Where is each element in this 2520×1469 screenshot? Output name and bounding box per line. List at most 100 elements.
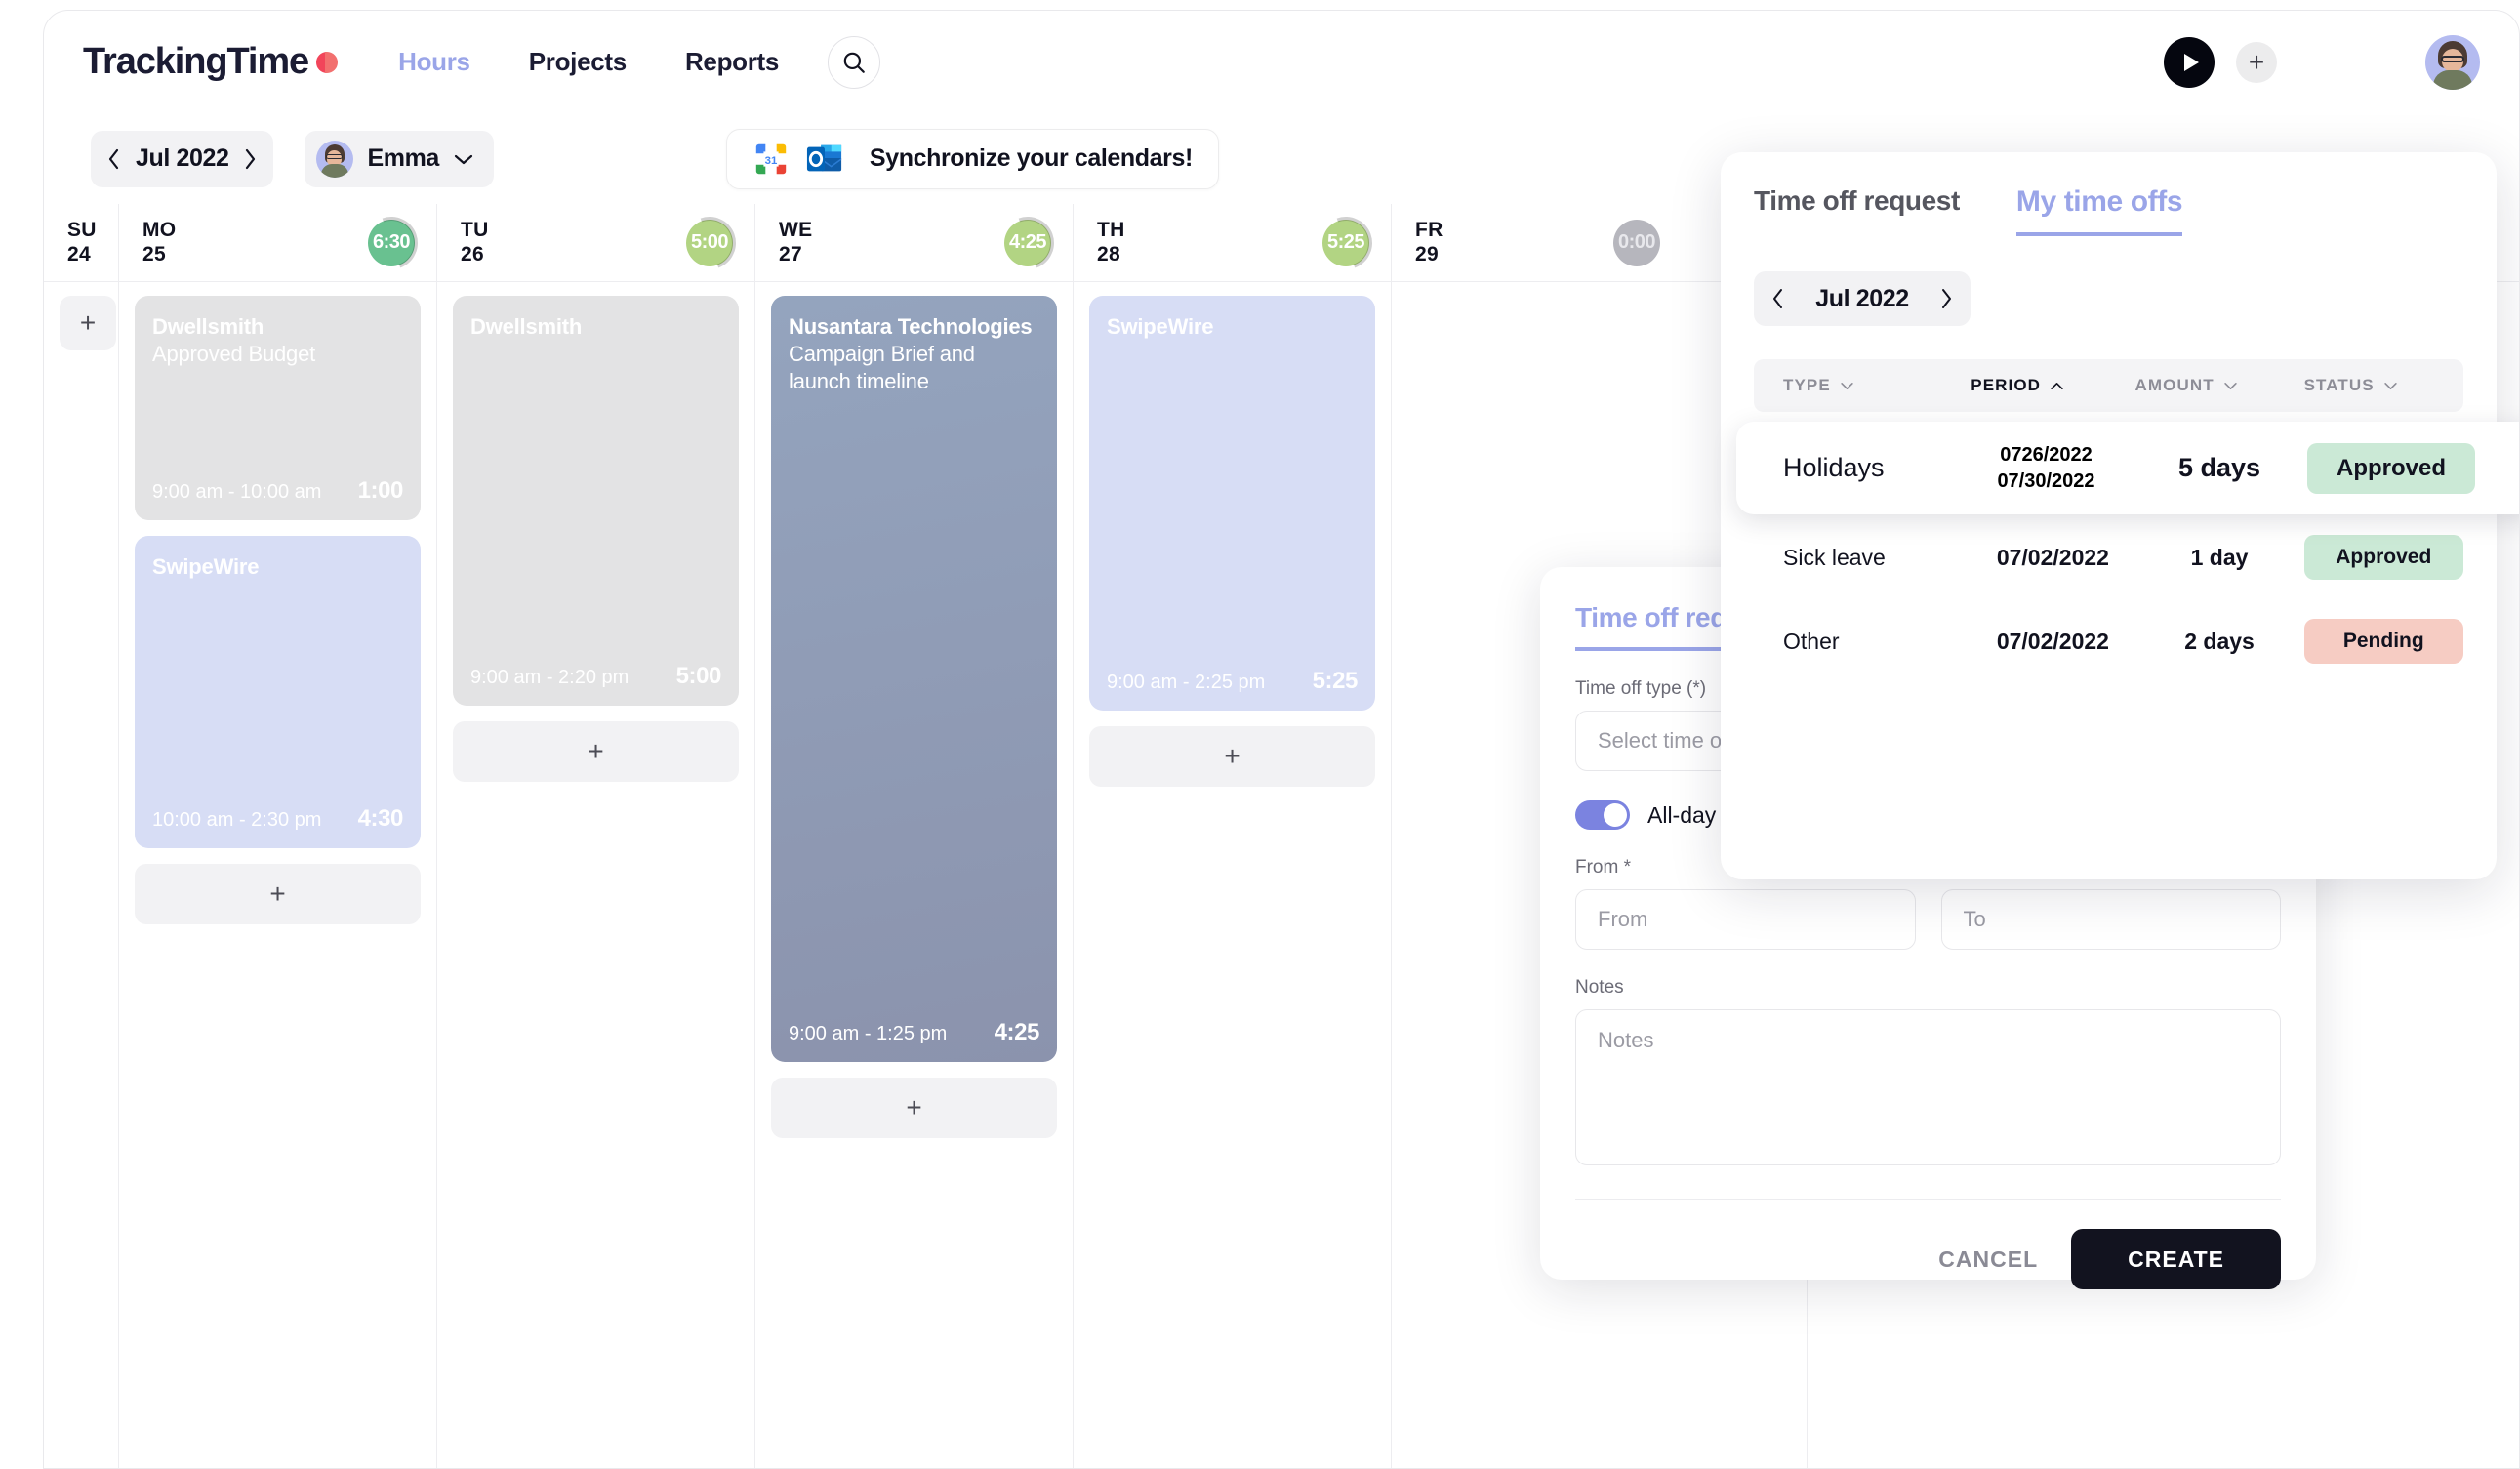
status-badge: Approved — [2303, 535, 2463, 580]
panel-tabs: Time off request My time offs — [1754, 185, 2463, 236]
cell-period: 07/02/2022 — [1996, 544, 2109, 570]
event-title: SwipeWire — [1107, 314, 1214, 339]
cell-type: Holidays — [1783, 453, 1885, 482]
day-header-th: TH 28 5:25 — [1074, 204, 1392, 281]
add-entry-cell[interactable]: + — [1089, 726, 1375, 787]
event-title: Nusantara Technologies — [789, 314, 1033, 339]
add-entry-cell[interactable]: + — [135, 864, 421, 924]
day-column-su: + — [44, 282, 119, 1468]
search-button[interactable] — [828, 35, 881, 89]
column-header-period[interactable]: PERIOD — [1971, 376, 2134, 395]
day-header-tu: TU 26 5:00 — [437, 204, 755, 281]
event-title: Dwellsmith — [470, 314, 583, 339]
top-navigation-bar: TrackingTime Hours Projects Reports + — [44, 11, 2519, 113]
day-column-tu: Dwellsmith 9:00 am - 2:20 pm 5:00 + — [437, 282, 755, 1468]
day-total-badge: 5:00 — [674, 207, 745, 278]
app-logo[interactable]: TrackingTime — [83, 41, 339, 83]
panel-month-selector[interactable]: Jul 2022 — [1754, 271, 1971, 326]
event-time-range: 9:00 am - 10:00 am — [152, 481, 322, 503]
nav-item-reports[interactable]: Reports — [685, 47, 779, 77]
cell-amount: 2 days — [2184, 628, 2255, 654]
nav-item-projects[interactable]: Projects — [529, 47, 628, 77]
cell-type: Sick leave — [1783, 544, 1886, 570]
calendar-event[interactable]: Dwellsmith 9:00 am - 2:20 pm 5:00 — [453, 296, 739, 706]
column-header-amount[interactable]: AMOUNT — [2135, 376, 2304, 395]
logo-text: TrackingTime — [83, 41, 309, 82]
event-subtitle: Approved Budget — [152, 342, 316, 367]
next-month-icon[interactable] — [1939, 287, 1953, 310]
add-entry-button[interactable]: + — [2236, 41, 2277, 83]
tab-time-off-request[interactable]: Time off request — [1754, 185, 1960, 234]
logo-mark-icon — [316, 51, 339, 73]
calendar-event[interactable]: Nusantara Technologies Campaign Brief an… — [771, 296, 1057, 1062]
chevron-down-icon — [2383, 382, 2397, 389]
cell-period: 07/02/2022 — [1996, 628, 2109, 654]
add-entry-cell[interactable]: + — [453, 721, 739, 782]
day-total-badge: 4:25 — [993, 207, 1063, 278]
event-duration: 5:25 — [1312, 668, 1359, 694]
prev-month-icon[interactable] — [106, 146, 122, 172]
time-offs-table-header: TYPE PERIOD AMOUNT STATUS — [1754, 359, 2463, 412]
calendar-event[interactable]: Dwellsmith Approved Budget 9:00 am - 10:… — [135, 296, 421, 520]
cell-amount: 5 days — [2177, 453, 2261, 482]
table-row[interactable]: Other 07/02/2022 2 days Pending — [1754, 607, 2463, 675]
sync-calendars-banner[interactable]: 31 Synchronize your calendars! — [725, 128, 1219, 189]
create-button[interactable]: CREATE — [2071, 1229, 2281, 1289]
calendar-event[interactable]: SwipeWire 9:00 am - 2:25 pm 5:25 — [1089, 296, 1375, 711]
notes-label: Notes — [1575, 977, 1624, 998]
tab-my-time-offs[interactable]: My time offs — [2015, 185, 2183, 236]
all-day-toggle[interactable] — [1575, 800, 1630, 830]
event-duration: 4:25 — [994, 1019, 1040, 1045]
cell-amount: 1 day — [2190, 544, 2249, 570]
table-row[interactable]: Sick leave 07/02/2022 1 day Approved — [1754, 523, 2463, 592]
prev-month-icon[interactable] — [1771, 287, 1785, 310]
calendar-event[interactable]: SwipeWire 10:00 am - 2:30 pm 4:30 — [135, 536, 421, 848]
column-header-status[interactable]: STATUS — [2304, 376, 2463, 395]
my-time-offs-panel: Time off request My time offs Jul 2022 T… — [1721, 152, 2519, 879]
notes-textarea[interactable]: Notes — [1575, 1009, 2281, 1165]
day-number: 28 — [1097, 242, 1120, 265]
day-header-mo: MO 25 6:30 — [119, 204, 437, 281]
from-input[interactable]: From — [1575, 889, 1916, 950]
user-selector[interactable]: Emma — [305, 130, 494, 187]
chevron-down-icon — [453, 152, 474, 166]
day-number: 27 — [779, 242, 802, 265]
chevron-up-icon — [2051, 382, 2063, 389]
all-day-label: All-day — [1647, 801, 1717, 828]
nav-item-hours[interactable]: Hours — [398, 47, 470, 77]
day-number: 29 — [1415, 242, 1439, 265]
day-column-we: Nusantara Technologies Campaign Brief an… — [755, 282, 1074, 1468]
table-row[interactable]: Holidays 0726/2022 07/30/2022 5 days Appr… — [1736, 422, 2519, 514]
current-month-label: Jul 2022 — [136, 144, 229, 172]
google-calendar-icon: 31 — [755, 143, 787, 174]
day-of-week: TH — [1097, 218, 1125, 241]
day-column-mo: Dwellsmith Approved Budget 9:00 am - 10:… — [119, 282, 437, 1468]
cell-type: Other — [1783, 628, 1840, 654]
start-timer-button[interactable] — [2164, 36, 2215, 88]
dialog-divider — [1575, 1199, 2281, 1200]
selected-user-label: Emma — [367, 144, 439, 172]
add-entry-cell[interactable]: + — [60, 296, 116, 350]
event-subtitle: Campaign Brief and launch timeline — [789, 342, 975, 394]
column-header-type[interactable]: TYPE — [1754, 376, 1971, 395]
cancel-button[interactable]: CANCEL — [1938, 1246, 2038, 1273]
next-month-icon[interactable] — [242, 146, 258, 172]
avatar[interactable] — [2425, 34, 2480, 90]
time-offs-table-body: Holidays 0726/2022 07/30/2022 5 days Appr… — [1736, 422, 2519, 675]
topbar-actions: + — [2164, 34, 2519, 90]
event-title: SwipeWire — [152, 554, 260, 579]
to-input[interactable]: To — [1940, 889, 2281, 950]
day-total-badge: 6:30 — [356, 207, 427, 278]
app-window: TrackingTime Hours Projects Reports + Ju… — [43, 10, 2520, 1469]
event-duration: 4:30 — [357, 805, 404, 832]
month-selector[interactable]: Jul 2022 — [91, 130, 274, 187]
chevron-down-icon — [2224, 382, 2237, 389]
day-total-badge: 5:25 — [1311, 207, 1381, 278]
cell-period: 0726/2022 07/30/2022 — [1997, 443, 2095, 492]
outlook-icon — [806, 144, 842, 171]
panel-month-label: Jul 2022 — [1815, 284, 1909, 312]
status-badge: Approved — [2307, 442, 2475, 494]
day-header-we: WE 27 4:25 — [755, 204, 1074, 281]
day-of-week: WE — [779, 218, 813, 241]
add-entry-cell[interactable]: + — [771, 1078, 1057, 1138]
